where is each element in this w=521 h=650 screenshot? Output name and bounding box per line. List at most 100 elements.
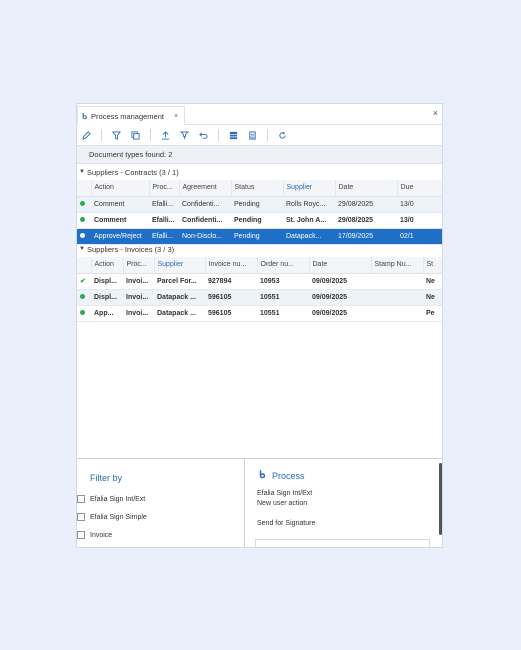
- column-header-status[interactable]: St: [423, 257, 442, 274]
- row-status-cell: ✔: [77, 273, 91, 290]
- table-cell: Pe: [423, 305, 442, 322]
- filter-option-label: Efalia Sign Simple: [90, 513, 147, 521]
- table-row[interactable]: Comment Efalli... Confidenti... Pending …: [77, 196, 442, 213]
- table-row[interactable]: Displ... Invoi... Datapack ... 596105 10…: [77, 289, 442, 306]
- column-header-action[interactable]: Action: [91, 257, 124, 274]
- toolbar-separator: [150, 129, 151, 141]
- status-dot-icon: [80, 309, 85, 315]
- table-cell: 13/0: [397, 212, 442, 229]
- contracts-group-header[interactable]: ▼ Suppliers - Contracts (3 / 1): [77, 164, 442, 180]
- filter-option-invoice[interactable]: Invoice: [77, 531, 112, 539]
- tab-bar: ᑲ Process management × ×: [77, 104, 442, 125]
- table-cell: Efalli...: [149, 196, 179, 213]
- process-scrollbar[interactable]: [439, 463, 442, 535]
- filter-download-icon[interactable]: [177, 128, 191, 142]
- invoices-table: Action Proc... Supplier Invoice nu... Or…: [77, 257, 442, 322]
- table-cell: 13/0: [397, 196, 442, 213]
- table-cell: 09/09/2025: [309, 273, 371, 290]
- filter-option-efalia-sign-int-ext[interactable]: Efalia Sign Int/Ext: [77, 495, 145, 503]
- table-row[interactable]: ✔ Displ... Invoi... Parcel For... 927894…: [77, 273, 442, 290]
- table-cell: [371, 289, 423, 306]
- process-action-send-for-signature[interactable]: Send for Signature: [257, 520, 315, 527]
- contracts-group-label: Suppliers - Contracts (3 / 1): [87, 167, 179, 177]
- filter-option-label: Invoice: [90, 531, 113, 539]
- table-cell: 10551: [257, 305, 309, 322]
- column-header-supplier[interactable]: Supplier: [154, 257, 206, 274]
- filter-option-efalia-sign-simple[interactable]: Efalia Sign Simple: [77, 513, 147, 521]
- invoices-header-row: Action Proc... Supplier Invoice nu... Or…: [77, 257, 442, 274]
- column-header-due[interactable]: Due: [397, 180, 442, 197]
- contracts-header-row: Action Proc... Agreement Status Supplier…: [77, 180, 442, 197]
- invoices-group-label: Suppliers - Invoices (3 / 3): [87, 244, 175, 254]
- invoices-table-wrap: Action Proc... Supplier Invoice nu... Or…: [77, 257, 442, 332]
- process-line: Efalia Sign Int/Ext: [257, 490, 313, 497]
- chevron-down-icon[interactable]: ▼: [77, 169, 87, 175]
- process-line: New user action: [257, 500, 308, 507]
- table-cell: 09/09/2025: [309, 289, 371, 306]
- column-header-stamp-number[interactable]: Stamp Nu...: [371, 257, 424, 274]
- refresh-icon[interactable]: [275, 128, 289, 142]
- column-header-date[interactable]: Date: [335, 180, 398, 197]
- process-management-window: ᑲ Process management × × Document types …: [76, 103, 443, 548]
- checkbox[interactable]: [77, 531, 85, 539]
- table-icon[interactable]: [226, 128, 240, 142]
- contracts-table-wrap: Action Proc... Agreement Status Supplier…: [77, 180, 442, 245]
- filter-icon[interactable]: [109, 128, 123, 142]
- row-status-cell: [77, 228, 91, 245]
- upload-icon[interactable]: [158, 128, 172, 142]
- column-header-agreement[interactable]: Agreement: [179, 180, 232, 197]
- chevron-down-icon[interactable]: ▼: [77, 246, 87, 252]
- status-dot-icon: [80, 293, 85, 299]
- table-cell: 596105: [205, 305, 257, 322]
- table-row[interactable]: App... Invoi... Datapack ... 596105 1055…: [77, 305, 442, 322]
- table-cell: Parcel For...: [154, 273, 205, 290]
- tab-process-management[interactable]: ᑲ Process management ×: [77, 106, 186, 125]
- table-cell: Pending: [231, 196, 283, 213]
- column-header-supplier[interactable]: Supplier: [283, 180, 336, 197]
- table-cell: [371, 273, 423, 290]
- table-cell: Rolls Royc...: [283, 196, 335, 213]
- edit-icon[interactable]: [79, 128, 93, 142]
- status-dot-icon: [80, 200, 85, 206]
- table-cell: Datapack ...: [154, 305, 205, 322]
- column-header-process[interactable]: Proc...: [149, 180, 180, 197]
- table-cell: App...: [91, 305, 123, 322]
- row-status-cell: [77, 212, 91, 229]
- column-header-action[interactable]: Action: [91, 180, 150, 197]
- process-title: Process: [272, 471, 305, 481]
- column-header-status[interactable]: Status: [231, 180, 284, 197]
- copy-icon[interactable]: [128, 128, 142, 142]
- toolbar-separator: [267, 129, 268, 141]
- column-header: [77, 257, 92, 274]
- column-header-date[interactable]: Date: [309, 257, 372, 274]
- table-cell: Displ...: [91, 289, 123, 306]
- window-close-icon[interactable]: ×: [433, 108, 438, 118]
- table-cell: 596105: [205, 289, 257, 306]
- checkbox[interactable]: [77, 495, 85, 503]
- process-input-box[interactable]: [255, 539, 430, 547]
- toolbar: [77, 125, 442, 146]
- table-cell: Datapack ...: [154, 289, 205, 306]
- lower-panels: Filter by Efalia Sign Int/Ext Efalia Sig…: [77, 458, 442, 547]
- status-dot-icon: [80, 232, 85, 238]
- checkbox[interactable]: [77, 513, 85, 521]
- column-header-process[interactable]: Proc...: [123, 257, 155, 274]
- row-status-cell: [77, 305, 91, 322]
- process-icon: ᑲ: [82, 111, 88, 121]
- table-cell: Efalli...: [149, 212, 179, 229]
- tab-close-icon[interactable]: ×: [174, 113, 178, 120]
- undo-icon[interactable]: [196, 128, 210, 142]
- table-row[interactable]: Comment Efalli... Confidenti... Pending …: [77, 212, 442, 229]
- toolbar-separator: [101, 129, 102, 141]
- table-row-selected[interactable]: Approve/Reject Efalli... Non-Disclo... P…: [77, 228, 442, 245]
- report-icon[interactable]: [245, 128, 259, 142]
- toolbar-separator: [218, 129, 219, 141]
- column-header-invoice-number[interactable]: Invoice nu...: [205, 257, 258, 274]
- table-cell: Invoi...: [123, 289, 154, 306]
- table-cell: Datapack...: [283, 228, 335, 245]
- table-cell: 29/08/2025: [335, 212, 397, 229]
- table-cell: 09/09/2025: [309, 305, 371, 322]
- filter-title: Filter by: [90, 473, 123, 483]
- row-status-cell: [77, 289, 91, 306]
- column-header-order-number[interactable]: Order nu...: [257, 257, 310, 274]
